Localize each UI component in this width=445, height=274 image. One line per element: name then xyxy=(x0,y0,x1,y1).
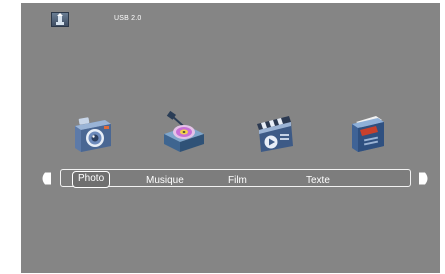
usb-drive-icon[interactable] xyxy=(51,12,69,27)
menu-item-musique[interactable]: Musique xyxy=(146,175,184,186)
media-player-screen: USB 2.0 Photo Musique Film Texte xyxy=(21,3,440,273)
arrow-left-icon[interactable] xyxy=(40,172,52,190)
source-label: USB 2.0 xyxy=(114,15,142,22)
menu-item-texte[interactable]: Texte xyxy=(306,175,330,186)
menu-item-photo[interactable]: Photo xyxy=(72,171,111,188)
camera-icon[interactable] xyxy=(71,110,115,154)
music-disc-icon[interactable] xyxy=(162,110,206,154)
menu-item-film[interactable]: Film xyxy=(228,175,247,186)
clapperboard-icon[interactable] xyxy=(253,110,297,154)
arrow-right-icon[interactable] xyxy=(418,172,430,190)
document-icon[interactable] xyxy=(346,110,390,154)
